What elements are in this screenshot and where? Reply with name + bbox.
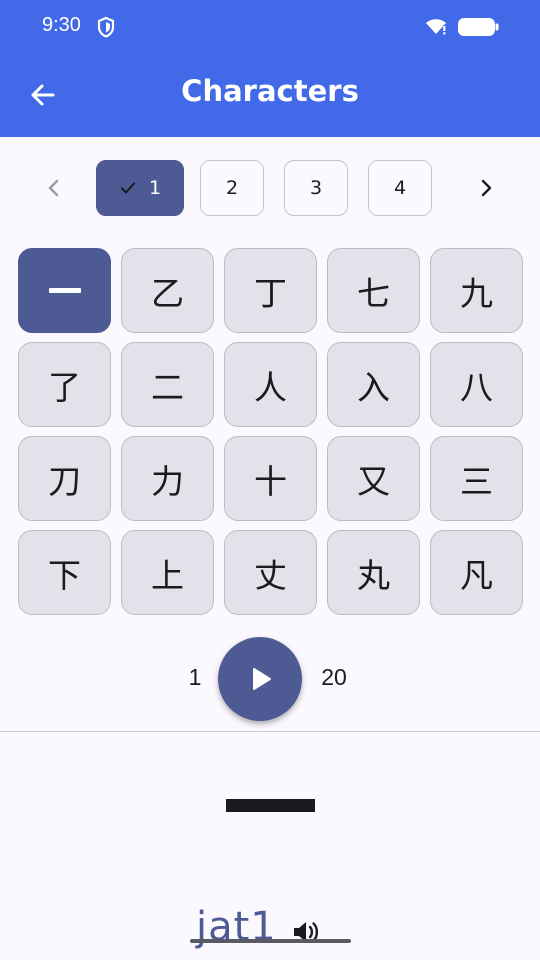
character-cell[interactable]: 凡 bbox=[430, 530, 523, 615]
app-bar: 9:30 Characters bbox=[0, 0, 540, 137]
character-cell[interactable]: 丈 bbox=[224, 530, 317, 615]
play-button[interactable] bbox=[218, 637, 302, 721]
character-grid: 乙 丁 七 九 了 二 人 入 八 刀 力 十 又 三 下 上 丈 丸 凡 bbox=[18, 248, 523, 615]
character-cell[interactable]: 了 bbox=[18, 342, 111, 427]
character-yi-stroke bbox=[48, 288, 81, 293]
page-chip-label: 2 bbox=[225, 177, 239, 199]
audio-progress-line bbox=[190, 939, 351, 943]
next-page-button[interactable] bbox=[466, 168, 506, 208]
large-character-display bbox=[226, 799, 315, 812]
divider bbox=[0, 731, 540, 732]
jyutping-text: jat1 bbox=[196, 904, 277, 950]
character-cell[interactable]: 刀 bbox=[18, 436, 111, 521]
range-start: 1 bbox=[188, 664, 202, 690]
range-end: 20 bbox=[321, 664, 347, 690]
chevron-left-icon bbox=[48, 179, 59, 197]
battery-icon bbox=[458, 18, 499, 36]
chevron-right-icon bbox=[481, 179, 492, 197]
character-cell[interactable]: 丁 bbox=[224, 248, 317, 333]
character-cell[interactable]: 三 bbox=[430, 436, 523, 521]
character-cell[interactable]: 人 bbox=[224, 342, 317, 427]
wifi-icon bbox=[426, 19, 446, 35]
character-cell[interactable]: 丸 bbox=[327, 530, 420, 615]
character-cell[interactable]: 力 bbox=[121, 436, 214, 521]
previous-page-button[interactable] bbox=[34, 168, 74, 208]
page-chip-4[interactable]: 4 bbox=[368, 160, 432, 216]
character-cell-selected[interactable] bbox=[18, 248, 111, 333]
page-chip-2[interactable]: 2 bbox=[200, 160, 264, 216]
page-title: Characters bbox=[181, 74, 359, 108]
character-cell[interactable]: 又 bbox=[327, 436, 420, 521]
play-icon bbox=[253, 668, 271, 690]
page-chip-label: 1 bbox=[148, 177, 162, 199]
character-cell[interactable]: 十 bbox=[224, 436, 317, 521]
character-cell[interactable]: 下 bbox=[18, 530, 111, 615]
character-cell[interactable]: 乙 bbox=[121, 248, 214, 333]
page-chip-1[interactable]: 1 bbox=[96, 160, 184, 216]
page-chip-3[interactable]: 3 bbox=[284, 160, 348, 216]
page-chip-label: 3 bbox=[309, 177, 323, 199]
check-icon bbox=[120, 182, 135, 194]
page-chip-label: 4 bbox=[393, 177, 407, 199]
character-cell[interactable]: 上 bbox=[121, 530, 214, 615]
shield-icon bbox=[97, 16, 115, 38]
character-cell[interactable]: 八 bbox=[430, 342, 523, 427]
character-cell[interactable]: 七 bbox=[327, 248, 420, 333]
character-cell[interactable]: 二 bbox=[121, 342, 214, 427]
character-cell[interactable]: 入 bbox=[327, 342, 420, 427]
status-time: 9:30 bbox=[42, 14, 81, 36]
character-cell[interactable]: 九 bbox=[430, 248, 523, 333]
